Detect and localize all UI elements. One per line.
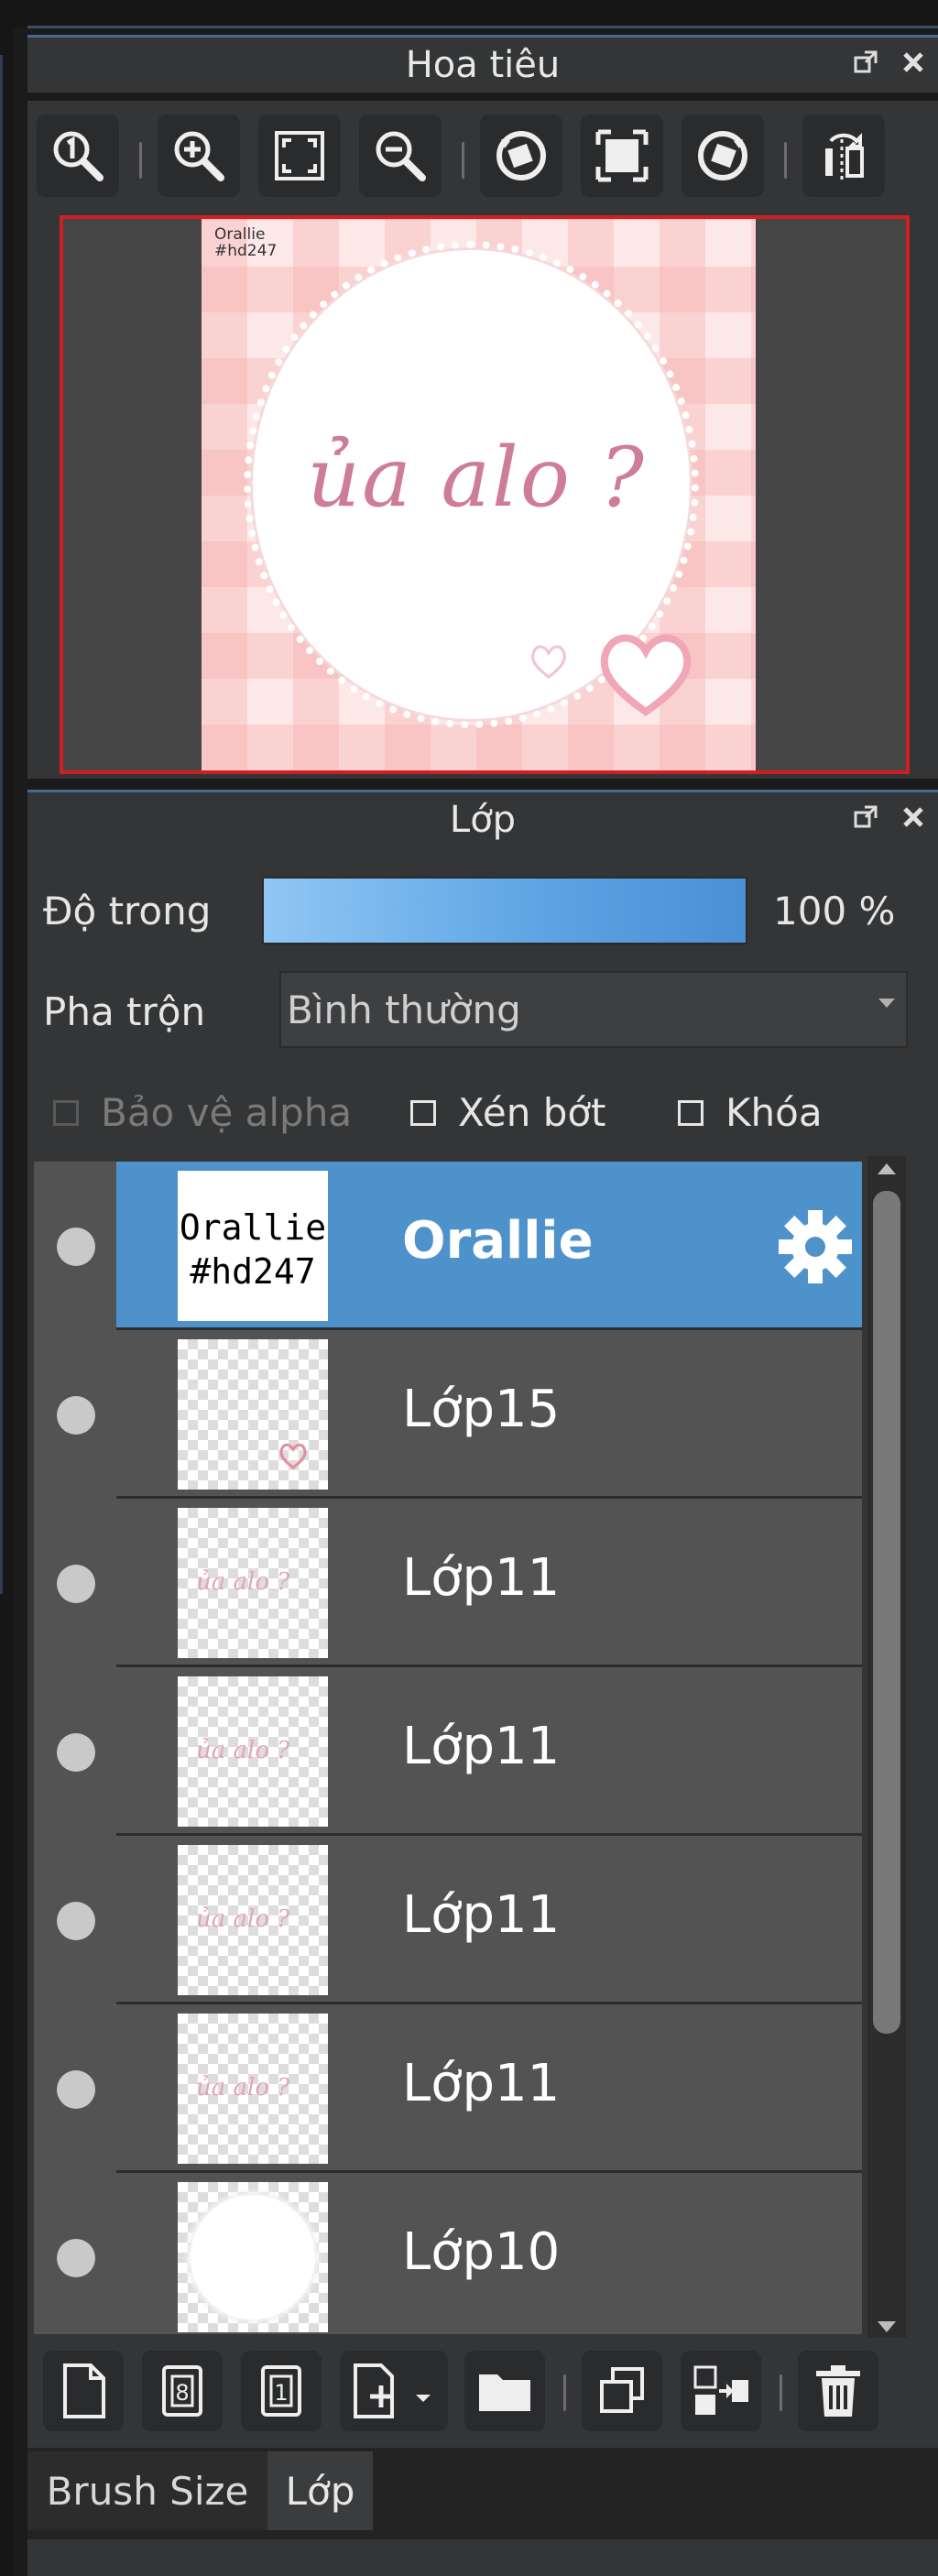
rotate-left-icon[interactable]	[480, 115, 562, 197]
layer-name: Lớp11	[402, 1717, 561, 1776]
close-icon[interactable]	[898, 802, 929, 833]
layer-thumbnail	[178, 1339, 328, 1490]
layer-thumbnail: ủa alo ?	[178, 1845, 328, 1995]
zoom-actual-icon[interactable]	[37, 115, 119, 197]
layer-row[interactable]: ủa alo ? Lớp11	[34, 1667, 862, 1836]
new-8bit-layer-icon[interactable]: 8	[142, 2351, 223, 2431]
layer-thumbnail: ủa alo ?	[178, 1676, 328, 1827]
navigator-toolbar	[27, 101, 938, 211]
chevron-down-icon	[878, 999, 895, 1008]
new-layer-icon[interactable]	[43, 2351, 124, 2431]
layers-title: Lớp	[449, 799, 517, 841]
layer-name: Lớp11	[402, 2054, 561, 2113]
flip-horizontal-icon[interactable]	[802, 115, 885, 197]
visibility-toggle[interactable]	[34, 1499, 116, 1667]
left-edge	[0, 0, 13, 2576]
blend-label: Pha trộn	[43, 989, 206, 1034]
visibility-toggle[interactable]	[34, 2004, 116, 2173]
opacity-label: Độ trong	[43, 889, 212, 933]
lock-checkbox[interactable]: Khóa	[678, 1090, 823, 1135]
new-folder-icon[interactable]	[464, 2351, 545, 2431]
layers-header: Lớp	[27, 790, 938, 847]
navigator-title: Hoa tiêu	[405, 44, 561, 86]
blend-mode-select[interactable]: Bình thường	[279, 971, 908, 1048]
top-bar	[0, 0, 938, 28]
opacity-slider[interactable]	[262, 877, 747, 944]
layer-row[interactable]: Lớp15	[34, 1330, 862, 1499]
layer-row[interactable]: Lớp10	[34, 2173, 862, 2334]
protect-alpha-checkbox[interactable]: Bảo vệ alpha	[53, 1090, 352, 1135]
layer-row[interactable]: ủa alo ? Lớp11	[34, 1499, 862, 1667]
undock-icon[interactable]	[850, 802, 881, 833]
layer-row[interactable]: ủa alo ? Lớp11	[34, 2004, 862, 2173]
tab-brush-size[interactable]: Brush Size	[27, 2451, 267, 2530]
zoom-out-icon[interactable]	[359, 115, 442, 197]
scroll-up-icon[interactable]	[878, 1163, 896, 1174]
layer-thumbnail: Orallie #hd247	[178, 1171, 328, 1321]
visibility-toggle[interactable]	[34, 2173, 116, 2334]
scrollbar-thumb[interactable]	[873, 1191, 900, 2034]
layer-list: Orallie #hd247 Orallie Lớp15 ủa alo ? Lớ…	[34, 1162, 862, 2334]
artwork-text: ủa alo ?	[307, 430, 646, 526]
layer-toolbar: 8 1	[34, 2345, 904, 2437]
preview-signature: Orallie #hd247	[214, 225, 278, 260]
heart-icon	[279, 1443, 307, 1469]
heart-icon	[600, 634, 692, 716]
add-layer-menu-icon[interactable]	[340, 2351, 448, 2431]
fit-screen-icon[interactable]	[258, 115, 341, 197]
visibility-toggle[interactable]	[34, 1667, 116, 1836]
layer-name: Lớp15	[402, 1380, 561, 1439]
fullscreen-icon[interactable]	[581, 115, 663, 197]
svg-text:1: 1	[274, 2380, 288, 2406]
layer-name: Lớp11	[402, 1885, 561, 1945]
layer-thumbnail: ủa alo ?	[178, 1508, 328, 1658]
close-icon[interactable]	[898, 47, 929, 78]
layer-row[interactable]: ủa alo ? Lớp11	[34, 1836, 862, 2004]
layer-name: Lớp10	[402, 2222, 561, 2282]
gear-icon[interactable]	[776, 1207, 855, 1286]
duplicate-layer-icon[interactable]	[582, 2351, 662, 2431]
undock-icon[interactable]	[850, 47, 881, 78]
opacity-value: 100 %	[773, 889, 896, 933]
new-1bit-layer-icon[interactable]: 1	[241, 2351, 322, 2431]
layer-list-scrollbar[interactable]	[867, 1156, 906, 2338]
visibility-toggle[interactable]	[34, 1162, 116, 1330]
tab-layers[interactable]: Lớp	[267, 2451, 373, 2530]
artwork-preview: Orallie #hd247 ủa alo ?	[202, 219, 756, 770]
layer-name: Lớp11	[402, 1548, 561, 1608]
visibility-toggle[interactable]	[34, 1330, 116, 1499]
layer-name: Orallie	[402, 1211, 594, 1271]
merge-layer-icon[interactable]	[681, 2351, 761, 2431]
navigator-header: Hoa tiêu	[27, 35, 938, 93]
svg-text:8: 8	[175, 2380, 189, 2406]
layer-row[interactable]: Orallie #hd247 Orallie	[34, 1162, 862, 1330]
rotate-right-icon[interactable]	[682, 115, 764, 197]
clipping-checkbox[interactable]: Xén bớt	[410, 1090, 606, 1135]
delete-layer-icon[interactable]	[798, 2351, 878, 2431]
blend-mode-value: Bình thường	[287, 987, 521, 1032]
visibility-toggle[interactable]	[34, 1836, 116, 2004]
layer-thumbnail	[178, 2182, 328, 2332]
scroll-down-icon[interactable]	[878, 2321, 896, 2332]
bottom-tab-bar: Brush Size Lớp	[27, 2448, 938, 2539]
navigator-preview[interactable]: Orallie #hd247 ủa alo ?	[60, 215, 910, 774]
zoom-in-icon[interactable]	[158, 115, 240, 197]
layer-thumbnail: ủa alo ?	[178, 2014, 328, 2164]
small-heart-icon	[531, 645, 566, 679]
